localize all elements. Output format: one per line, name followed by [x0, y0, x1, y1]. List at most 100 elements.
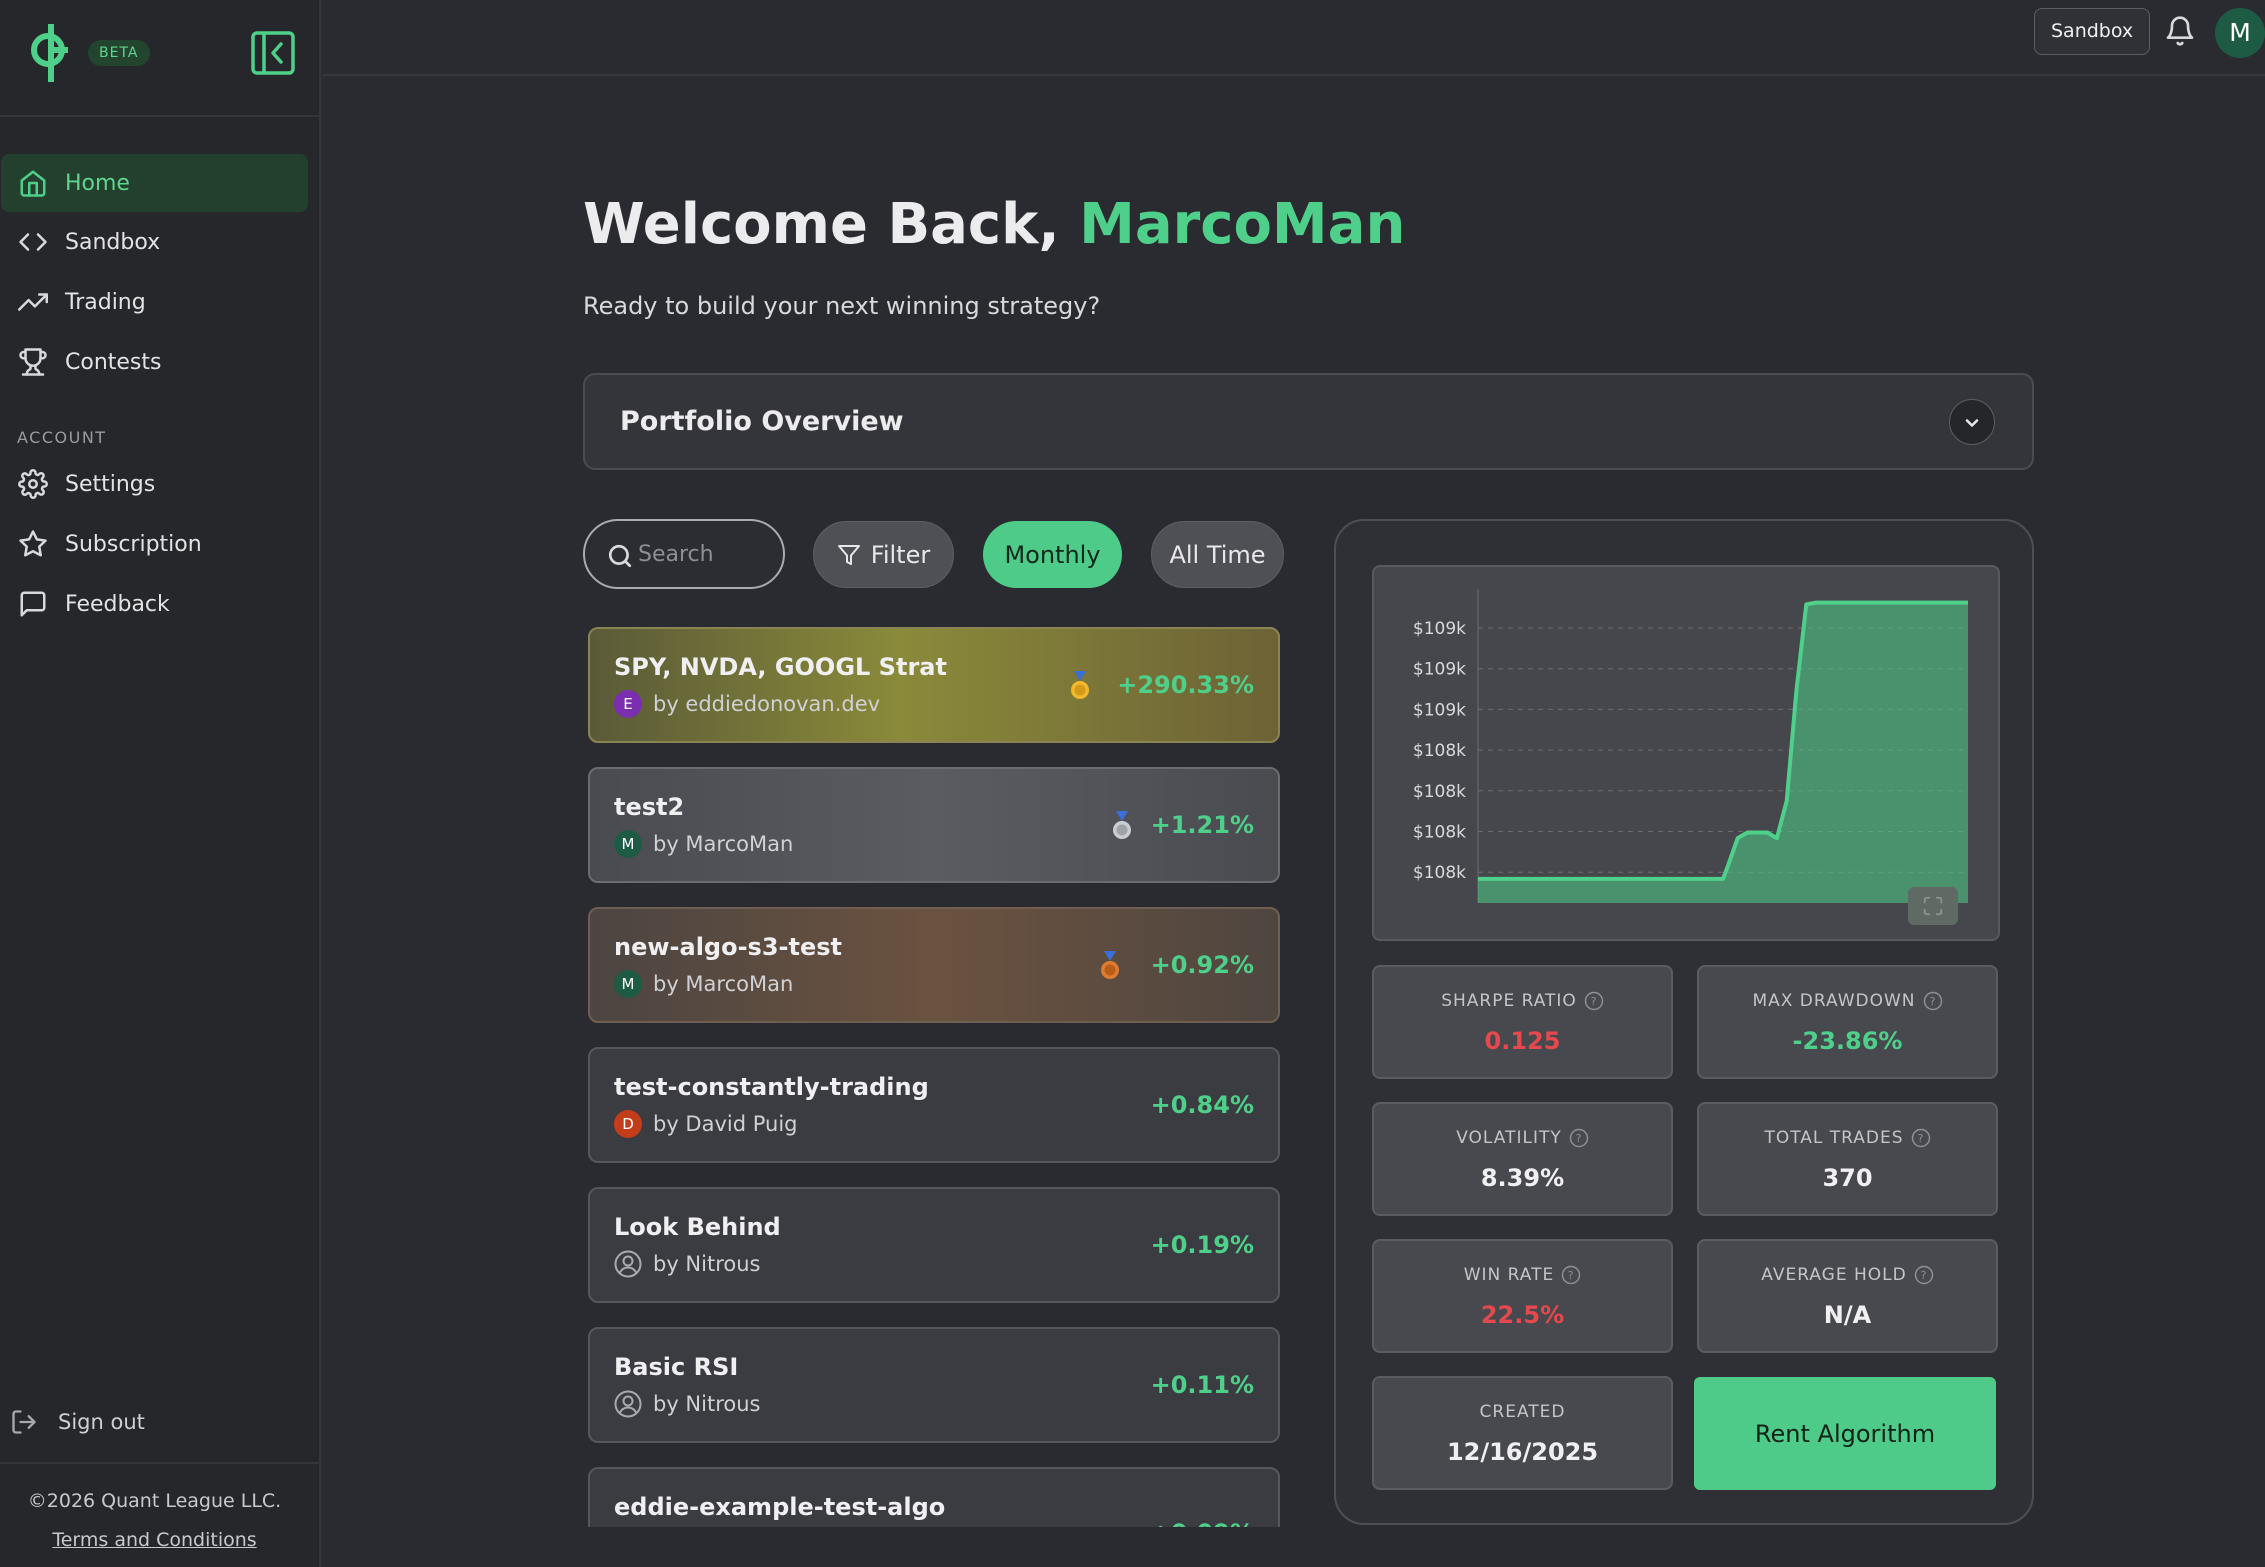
algorithm-author: M by MarcoMan: [614, 829, 793, 859]
sidebar-item-contests[interactable]: Contests: [1, 333, 308, 391]
svg-text:?: ?: [1917, 1132, 1924, 1145]
algorithm-card[interactable]: test2 M by MarcoMan +1.21%: [588, 767, 1280, 883]
all-time-toggle[interactable]: All Time: [1151, 521, 1284, 588]
page-subtitle: Ready to build your next winning strateg…: [583, 292, 1101, 320]
sidebar-collapse-icon[interactable]: [249, 29, 297, 77]
portfolio-toggle-button[interactable]: [1949, 399, 1995, 445]
username: MarcoMan: [1079, 192, 1406, 257]
chevron-down-icon: [1965, 419, 1979, 427]
rent-algorithm-button[interactable]: Rent Algorithm: [1694, 1377, 1996, 1490]
bronze-medal-icon: [1101, 951, 1119, 979]
win-rate-value: 22.5%: [1480, 1301, 1565, 1329]
expand-icon: [1923, 896, 1943, 916]
algorithm-return: +1.21%: [1150, 811, 1254, 839]
sidebar-item-label: Subscription: [65, 531, 202, 557]
author-name: by MarcoMan: [653, 832, 794, 856]
help-icon[interactable]: ?: [1569, 1128, 1589, 1148]
sidebar-item-label: Settings: [65, 471, 156, 497]
filter-icon: [837, 544, 860, 565]
algorithm-list[interactable]: SPY, NVDA, GOOGL Strat E by eddiedonovan…: [588, 627, 1280, 1527]
volatility-value: 8.39%: [1480, 1164, 1565, 1192]
algorithm-return: +290.33%: [1117, 671, 1254, 699]
y-tick-label: $108k: [1413, 863, 1466, 883]
copyright-text: ©2026 Quant League LLC.: [27, 1490, 282, 1512]
author-avatar: E: [614, 690, 642, 718]
help-icon[interactable]: ?: [1923, 991, 1943, 1011]
average-hold-value: N/A: [1823, 1301, 1872, 1329]
filter-button[interactable]: Filter: [813, 521, 954, 588]
win-rate-stat: WIN RATE? 22.5%: [1372, 1239, 1673, 1353]
chart-expand-button[interactable]: [1908, 887, 1958, 925]
algorithm-card[interactable]: eddie-example-test-algo +0.09%: [588, 1467, 1280, 1527]
algorithm-author: by Nitrous: [614, 1389, 760, 1419]
total-trades-stat: TOTAL TRADES? 370: [1697, 1102, 1998, 1216]
equity-chart: $109k $109k $109k $108k $108k $108k $108k: [1372, 565, 2000, 941]
algorithm-card[interactable]: Basic RSI by Nitrous +0.11%: [588, 1327, 1280, 1443]
sign-out-button[interactable]: Sign out: [10, 1404, 145, 1440]
sidebar: BETA Home Sandbox Trading Contests ACCOU…: [0, 0, 321, 1567]
bell-icon[interactable]: [2164, 14, 2196, 48]
sidebar-item-subscription[interactable]: Subscription: [1, 515, 308, 573]
average-hold-label: AVERAGE HOLD: [1761, 1265, 1907, 1285]
algorithm-card[interactable]: test-constantly-trading D by David Puig …: [588, 1047, 1280, 1163]
author-avatar: [614, 1250, 642, 1278]
help-icon[interactable]: ?: [1911, 1128, 1931, 1148]
y-tick-label: $108k: [1413, 741, 1466, 761]
algorithm-return: +0.92%: [1150, 951, 1254, 979]
algorithm-return: +0.11%: [1150, 1371, 1254, 1399]
sidebar-item-sandbox[interactable]: Sandbox: [1, 213, 308, 271]
star-icon: [19, 530, 47, 557]
search-input[interactable]: [638, 535, 773, 573]
sidebar-item-settings[interactable]: Settings: [1, 455, 308, 513]
welcome-prefix: Welcome Back,: [583, 192, 1080, 257]
algorithm-name: SPY, NVDA, GOOGL Strat: [614, 653, 947, 681]
stat-label: VOLATILITY?: [1374, 1128, 1671, 1148]
sharpe-ratio-label: SHARPE RATIO: [1441, 991, 1577, 1011]
help-icon[interactable]: ?: [1914, 1265, 1934, 1285]
terms-link[interactable]: Terms and Conditions: [0, 1529, 309, 1551]
stat-label: MAX DRAWDOWN?: [1699, 991, 1996, 1011]
max-drawdown-value: -23.86%: [1792, 1027, 1903, 1055]
max-drawdown-stat: MAX DRAWDOWN? -23.86%: [1697, 965, 1998, 1079]
svg-text:?: ?: [1575, 1132, 1582, 1145]
search-box[interactable]: [583, 519, 785, 589]
average-hold-stat: AVERAGE HOLD? N/A: [1697, 1239, 1998, 1353]
sidebar-header: BETA: [0, 0, 319, 117]
stat-label: AVERAGE HOLD?: [1699, 1265, 1996, 1285]
algorithm-card[interactable]: SPY, NVDA, GOOGL Strat E by eddiedonovan…: [588, 627, 1280, 743]
sidebar-item-trading[interactable]: Trading: [1, 273, 308, 331]
log-out-icon: [12, 1410, 36, 1434]
logo-icon[interactable]: [28, 20, 72, 84]
algorithm-return: +0.09%: [1151, 1519, 1254, 1527]
y-tick-label: $108k: [1413, 782, 1466, 802]
algorithm-return: +0.84%: [1150, 1091, 1254, 1119]
monthly-toggle[interactable]: Monthly: [983, 521, 1122, 588]
help-icon[interactable]: ?: [1561, 1265, 1581, 1285]
sidebar-item-feedback[interactable]: Feedback: [1, 575, 308, 633]
author-name: by David Puig: [653, 1112, 798, 1136]
home-icon: [20, 170, 46, 197]
beta-badge: BETA: [88, 40, 150, 66]
trophy-icon: [19, 348, 47, 376]
help-icon[interactable]: ?: [1584, 991, 1604, 1011]
sandbox-mode-button[interactable]: Sandbox: [2034, 8, 2151, 55]
total-trades-value: 370: [1822, 1164, 1873, 1192]
y-tick-label: $108k: [1413, 823, 1466, 843]
code-icon: [19, 233, 47, 251]
volatility-stat: VOLATILITY? 8.39%: [1372, 1102, 1673, 1216]
algorithm-name: Look Behind: [614, 1213, 781, 1241]
volatility-label: VOLATILITY: [1456, 1128, 1562, 1148]
svg-text:?: ?: [1590, 995, 1597, 1008]
max-drawdown-label: MAX DRAWDOWN: [1752, 991, 1916, 1011]
author-name: by Nitrous: [653, 1392, 761, 1416]
top-bar: [322, 0, 2265, 76]
user-avatar[interactable]: M: [2215, 8, 2265, 58]
author-avatar: M: [614, 830, 642, 858]
algorithm-card[interactable]: Look Behind by Nitrous +0.19%: [588, 1187, 1280, 1303]
portfolio-overview-panel[interactable]: Portfolio Overview: [583, 373, 2034, 470]
sidebar-item-home[interactable]: Home: [1, 154, 308, 212]
author-name: by MarcoMan: [653, 972, 794, 996]
y-tick-label: $109k: [1413, 700, 1466, 720]
total-trades-label: TOTAL TRADES: [1764, 1128, 1904, 1148]
algorithm-card[interactable]: new-algo-s3-test M by MarcoMan +0.92%: [588, 907, 1280, 1023]
